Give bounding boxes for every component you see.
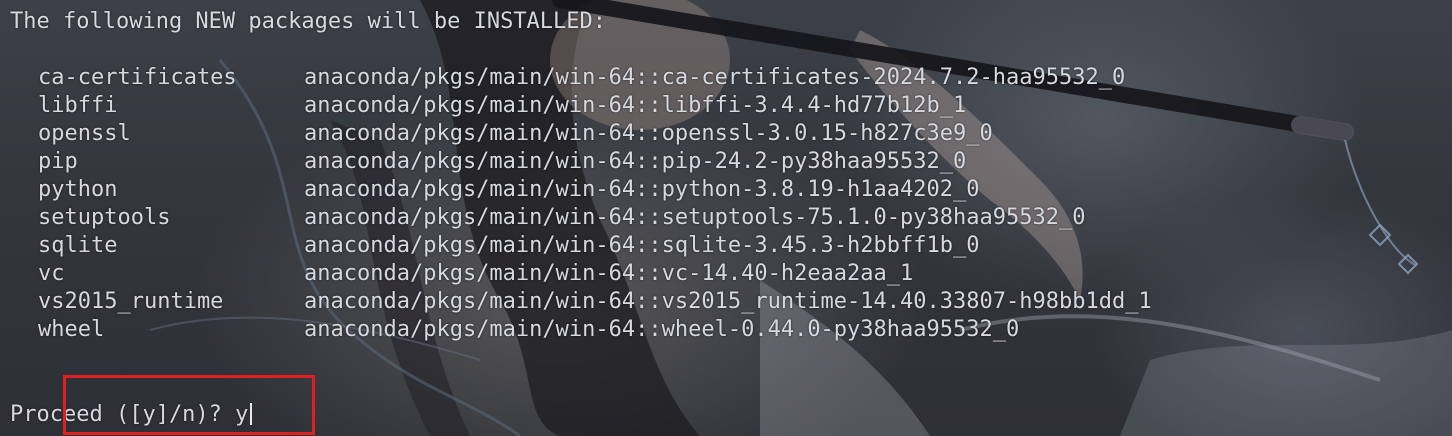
package-spec: anaconda/pkgs/main/win-64::openssl-3.0.1… [304, 121, 993, 146]
package-name: wheel [38, 317, 105, 342]
package-spec: anaconda/pkgs/main/win-64::ca-certificat… [304, 65, 1126, 90]
package-spec: anaconda/pkgs/main/win-64::libffi-3.4.4-… [304, 93, 967, 118]
install-header: The following NEW packages will be INSTA… [10, 9, 607, 34]
package-spec: anaconda/pkgs/main/win-64::vs2015_runtim… [304, 289, 1152, 314]
package-spec: anaconda/pkgs/main/win-64::wheel-0.44.0-… [304, 317, 1020, 342]
package-name: pip [38, 149, 78, 174]
package-name: sqlite [38, 233, 118, 258]
package-name: vs2015_runtime [38, 289, 224, 314]
terminal-window[interactable]: The following NEW packages will be INSTA… [0, 0, 1452, 436]
package-name: python [38, 177, 118, 202]
highlight-annotation-box [63, 375, 315, 435]
package-spec: anaconda/pkgs/main/win-64::setuptools-75… [304, 205, 1086, 230]
package-spec: anaconda/pkgs/main/win-64::pip-24.2-py38… [304, 149, 967, 174]
package-name: libffi [38, 93, 118, 118]
package-name: setuptools [38, 205, 171, 230]
package-spec: anaconda/pkgs/main/win-64::python-3.8.19… [304, 177, 980, 202]
terminal-output: The following NEW packages will be INSTA… [0, 0, 1452, 436]
package-name: vc [38, 261, 65, 286]
package-name: ca-certificates [38, 65, 237, 90]
package-spec: anaconda/pkgs/main/win-64::vc-14.40-h2ea… [304, 261, 914, 286]
package-name: openssl [38, 121, 131, 146]
package-spec: anaconda/pkgs/main/win-64::sqlite-3.45.3… [304, 233, 980, 258]
